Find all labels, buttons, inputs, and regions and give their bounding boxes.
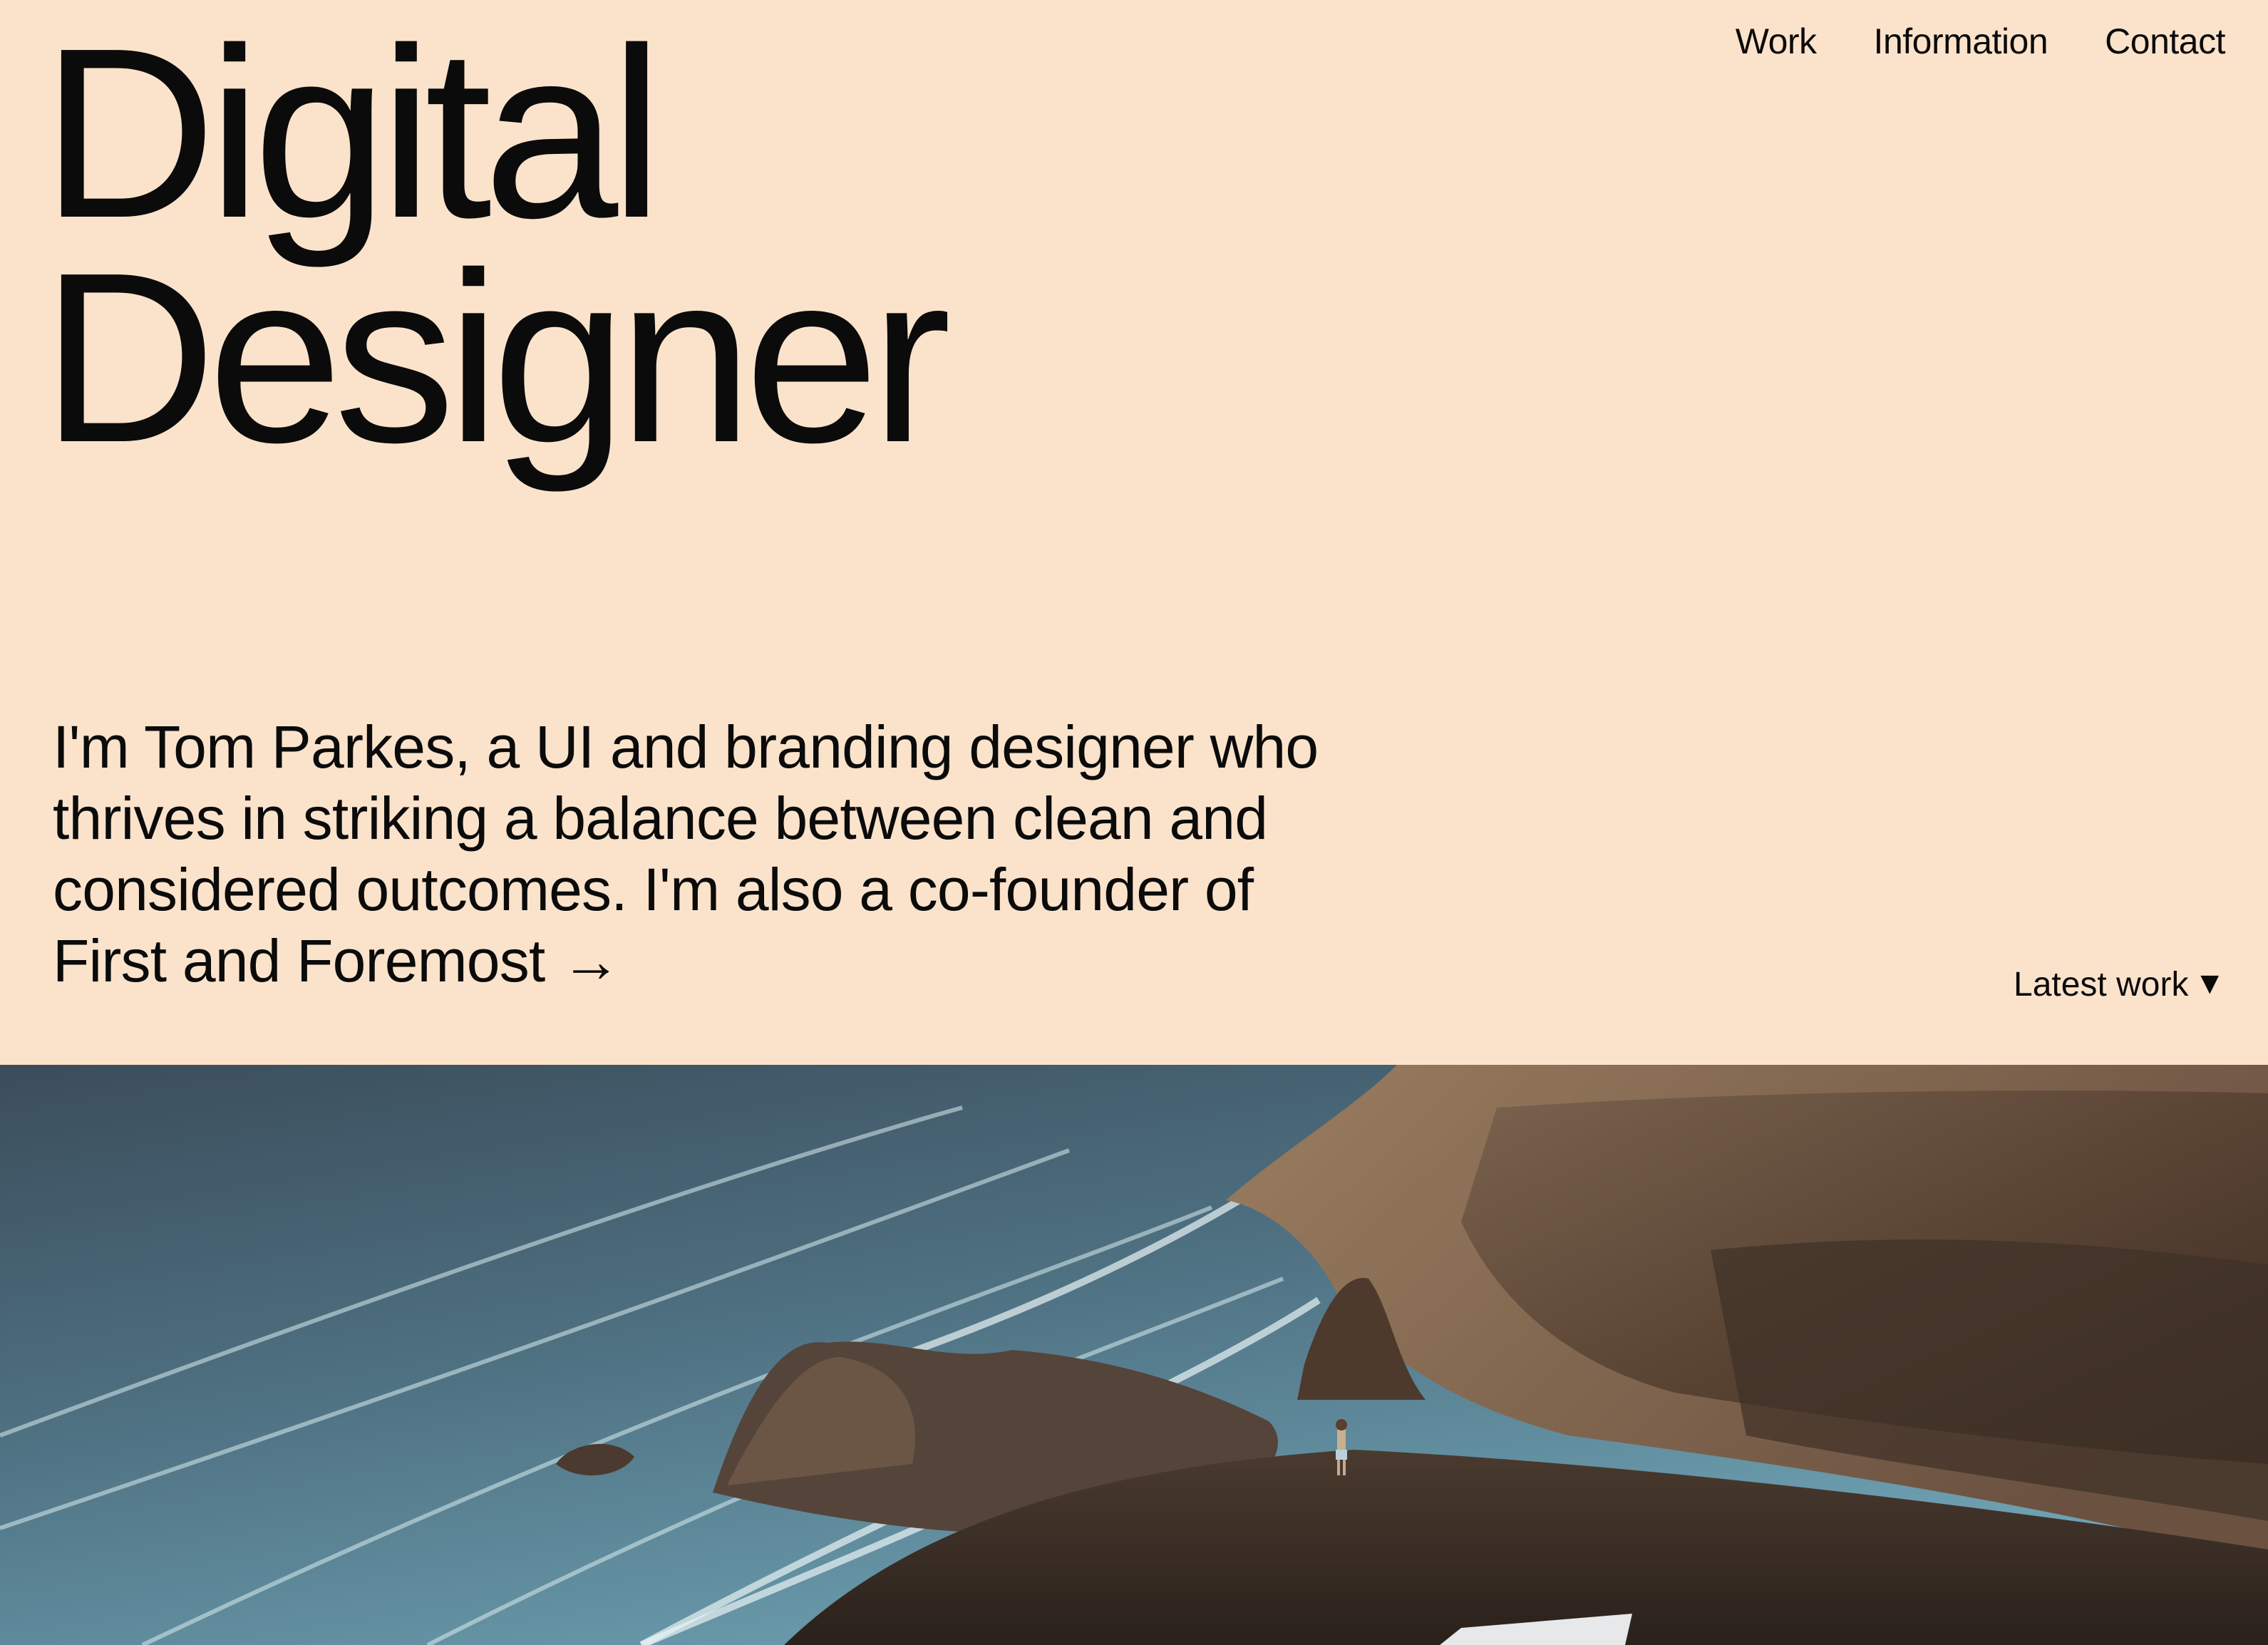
hero-title-line-2: Designer bbox=[41, 222, 952, 493]
intro-paragraph: I'm Tom Parkes, a UI and branding design… bbox=[53, 711, 1336, 996]
photo-illustration bbox=[0, 1065, 2268, 1645]
first-and-foremost-link[interactable]: First and Foremost → bbox=[53, 927, 621, 994]
hero-title: Digital Designer bbox=[41, 0, 952, 493]
triangle-down-icon: ▼ bbox=[2194, 966, 2225, 1001]
intro-text: I'm Tom Parkes, a UI and branding design… bbox=[53, 713, 1319, 923]
nav-information-link[interactable]: Information bbox=[1874, 19, 2048, 64]
nav-contact-link[interactable]: Contact bbox=[2105, 19, 2225, 64]
hero-title-line-1: Digital bbox=[41, 0, 664, 269]
latest-work-label: Latest work bbox=[2014, 966, 2189, 1004]
latest-work-link[interactable]: Latest work ▼ bbox=[2014, 962, 2225, 1008]
main-nav: Work Information Contact bbox=[1736, 19, 2226, 64]
nav-work-link[interactable]: Work bbox=[1736, 19, 1817, 64]
arrow-right-icon: → bbox=[561, 927, 621, 994]
first-and-foremost-link-label: First and Foremost bbox=[53, 927, 545, 994]
coastal-landscape-photo bbox=[0, 1065, 2268, 1645]
